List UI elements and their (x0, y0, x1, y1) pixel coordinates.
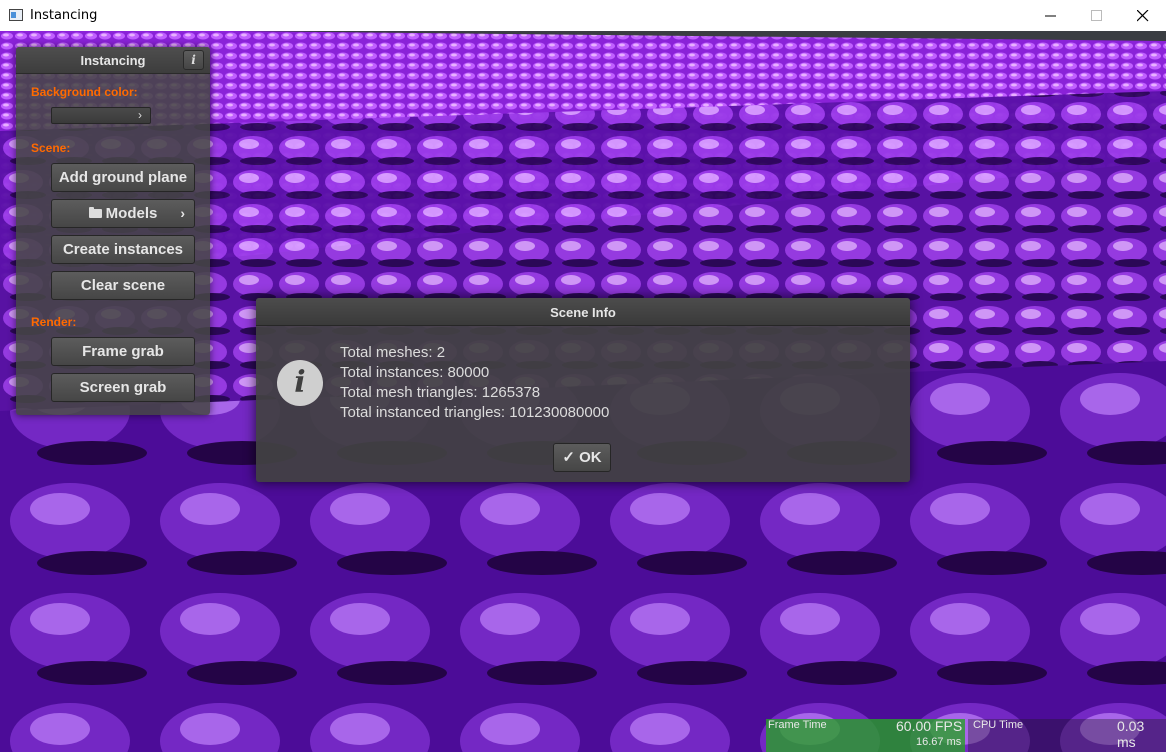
total-instances-text: Total instances: 80000 (340, 364, 490, 381)
dialog-title: Scene Info (550, 305, 616, 320)
minimize-icon (1045, 15, 1056, 17)
total-mesh-triangles-text: Total mesh triangles: 1265378 (340, 384, 541, 401)
screen-grab-button[interactable]: Screen grab (51, 373, 195, 402)
frame-grab-button[interactable]: Frame grab (51, 337, 195, 366)
info-icon: i (277, 360, 323, 406)
add-ground-plane-button[interactable]: Add ground plane (51, 163, 195, 192)
models-menu-button[interactable]: Models › (51, 199, 195, 228)
clear-scene-button[interactable]: Clear scene (51, 271, 195, 300)
background-color-picker[interactable]: › (51, 107, 151, 124)
ok-label: OK (579, 449, 602, 466)
window-title: Instancing (30, 8, 98, 23)
check-icon: ✓ (562, 449, 575, 466)
render-label: Render: (31, 315, 77, 329)
window-titlebar: Instancing (0, 0, 1166, 32)
instancing-panel: Instancing i Background color: › Scene: … (16, 47, 210, 415)
chevron-right-icon: › (138, 108, 142, 122)
panel-header: Instancing i (16, 47, 210, 74)
minimize-button[interactable] (1028, 0, 1074, 31)
info-button[interactable]: i (183, 50, 204, 70)
total-instanced-triangles-text: Total instanced triangles: 101230080000 (340, 404, 610, 421)
fps-value: 60.00 FPS (896, 718, 963, 734)
app-icon (9, 9, 23, 21)
scene-info-dialog: Scene Info i Total meshes: 2 Total insta… (256, 298, 910, 482)
frame-ms-value: 16.67 ms (916, 736, 962, 748)
frame-time-label: Frame Time (768, 719, 827, 731)
create-instances-button[interactable]: Create instances (51, 235, 195, 264)
cpu-time-label: CPU Time (973, 719, 1024, 731)
scene-label: Scene: (31, 141, 71, 155)
cpu-ms-value: 0.03 ms (1117, 718, 1145, 750)
models-label: Models (105, 205, 158, 222)
ok-button[interactable]: ✓ OK (553, 443, 611, 472)
folder-icon (88, 207, 102, 218)
panel-title: Instancing (80, 53, 146, 68)
close-icon (1137, 10, 1149, 22)
chevron-right-icon: › (180, 205, 185, 221)
background-color-label: Background color: (31, 85, 138, 99)
maximize-button[interactable] (1074, 0, 1120, 31)
dialog-header: Scene Info (256, 298, 910, 326)
maximize-icon (1091, 10, 1102, 21)
total-meshes-text: Total meshes: 2 (340, 344, 446, 361)
close-button[interactable] (1120, 0, 1166, 31)
